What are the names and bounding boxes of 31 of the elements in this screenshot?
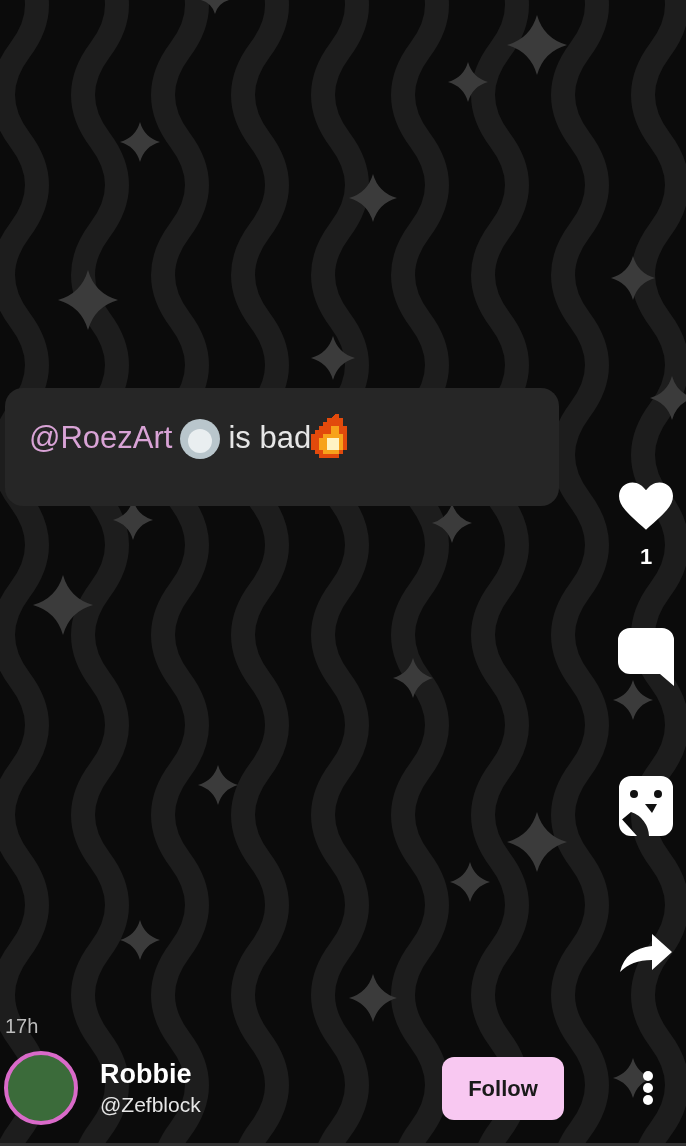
sparkle-icon [311, 336, 355, 380]
sticker-icon[interactable] [619, 776, 673, 836]
sparkle-icon [349, 174, 397, 222]
sparkle-icon [58, 270, 118, 330]
author-name: Robbie [100, 1058, 193, 1091]
sparkle-icon [432, 503, 472, 543]
avatar-icon [180, 419, 221, 459]
like-count: 1 [639, 546, 653, 568]
follow-button[interactable]: Follow [442, 1056, 564, 1120]
sparkle-icon [507, 15, 567, 75]
sparkle-icon [507, 812, 567, 872]
share-arrow-icon[interactable] [620, 934, 672, 972]
sparkle-icon [349, 974, 397, 1022]
mention-link[interactable]: @RoezArt [29, 418, 173, 458]
heart-icon[interactable] [619, 482, 673, 530]
comment-icon[interactable] [618, 628, 674, 686]
sparkle-icon [198, 765, 238, 805]
post-time: 17h [4, 1014, 40, 1039]
sparkle-icon [201, 0, 229, 14]
sparkle-icon [393, 658, 433, 698]
sparkle-icon [611, 256, 655, 300]
more-options-icon[interactable] [642, 1070, 654, 1106]
sparkle-icon [120, 122, 160, 162]
comment-text: is bad [228, 419, 312, 457]
sparkle-icon [650, 376, 686, 420]
sparkle-icon [613, 680, 653, 720]
sparkle-icon [33, 575, 93, 635]
sparkle-icon [448, 62, 488, 102]
sparkle-icon [450, 862, 490, 902]
sparkle-icon [120, 920, 160, 960]
author-handle: @Zefblock [100, 1092, 202, 1118]
